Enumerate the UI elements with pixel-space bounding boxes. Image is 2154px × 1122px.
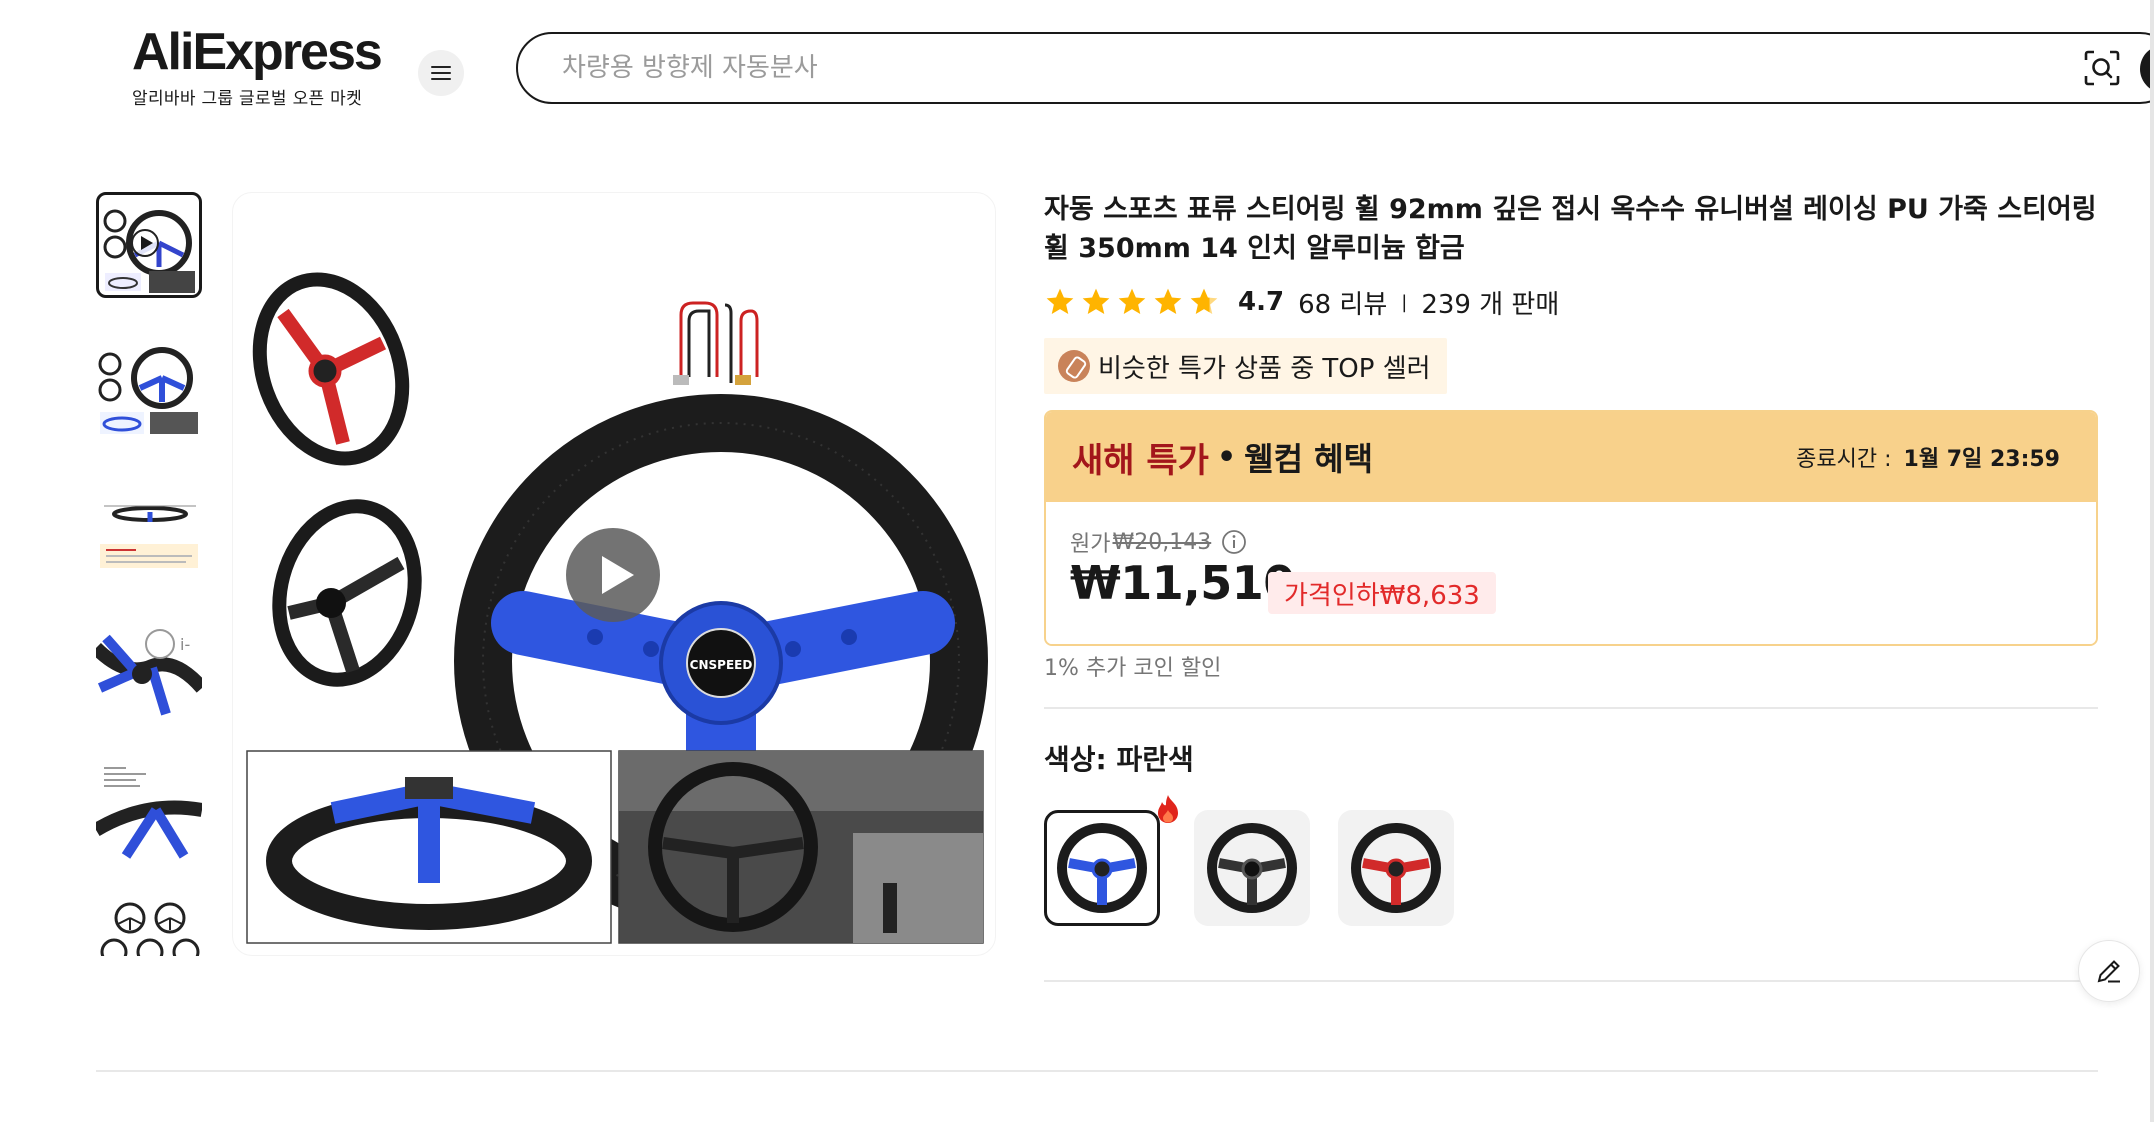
thumbnail-item[interactable] <box>96 476 202 582</box>
feedback-button[interactable] <box>2078 940 2140 1002</box>
product-title: 자동 스포츠 표류 스티어링 휠 92mm 깊은 접시 옥수수 유니버설 레이싱… <box>1044 194 2097 264</box>
deal-box: 새해 특가 • 웰컴 혜택 종료시간 : 1월 7일 23:59 원가 ₩20,… <box>1044 410 2098 646</box>
discount-badge: 가격인하₩8,633 <box>1268 572 1496 614</box>
thumbnail-image <box>98 347 198 434</box>
thumbnail-item[interactable]: i- <box>96 618 202 724</box>
top-seller-badge[interactable]: 비슷한 특가 상품 중 TOP 셀러 <box>1044 338 1447 394</box>
thumbnail-item[interactable] <box>96 760 202 866</box>
color-swatch-red[interactable] <box>1338 810 1454 926</box>
divider <box>96 1070 2098 1072</box>
thumbnail-image <box>100 505 198 568</box>
star-icon <box>1154 288 1182 314</box>
svg-text:i-: i- <box>180 635 190 654</box>
original-price-row: 원가 ₩20,143 <box>1070 526 1247 558</box>
swatch-image <box>1351 823 1441 913</box>
color-swatch-black[interactable] <box>1194 810 1310 926</box>
price-area: 원가 ₩20,143 ₩11,510 가격인하₩8,633 <box>1046 502 2096 644</box>
hamburger-icon <box>431 66 451 80</box>
info-icon[interactable] <box>1221 529 1247 555</box>
menu-button[interactable] <box>418 50 464 96</box>
search-input[interactable] <box>562 34 1962 101</box>
star-icon <box>1190 288 1218 314</box>
original-price-label: 원가 <box>1070 532 1111 557</box>
star-icon <box>1118 288 1146 314</box>
review-count-link[interactable]: 68 리뷰 <box>1298 284 1387 321</box>
search-bar <box>516 32 2154 104</box>
deal-subtitle: 웰컴 혜택 <box>1244 440 1374 478</box>
thumbnail-item[interactable] <box>96 902 202 956</box>
rating-row: 4.7 68 리뷰 | 239 개 판매 <box>1044 284 1559 320</box>
badge-label: 비슷한 특가 상품 중 TOP 셀러 <box>1098 353 1431 384</box>
color-swatch-blue[interactable] <box>1044 810 1160 926</box>
divider <box>1044 707 2098 709</box>
deal-end-time: 종료시간 : 1월 7일 23:59 <box>1796 412 2060 502</box>
scrollbar[interactable] <box>2150 0 2154 1122</box>
swatch-image <box>1207 823 1297 913</box>
rating-stars <box>1044 286 1220 318</box>
logo-wordmark: AliExpress <box>132 23 383 81</box>
thumbnail-image <box>103 209 195 293</box>
deal-end-label: 종료시간 : <box>1796 447 1892 472</box>
rating-value: 4.7 <box>1238 287 1285 317</box>
deal-name: 새해 특가 <box>1072 440 1209 481</box>
aliexpress-logo[interactable]: AliExpress 알리바바 그룹 글로벌 오픈 마켓 <box>132 22 383 112</box>
star-icon <box>1082 288 1110 314</box>
thumbnail-list: i- <box>96 192 202 956</box>
swatch-image <box>1057 823 1147 913</box>
color-label: 색상: 파란색 <box>1044 743 1194 776</box>
divider <box>1044 980 2098 982</box>
image-search-icon[interactable] <box>2082 48 2122 88</box>
separator: | <box>1401 291 1408 313</box>
thumbnail-image <box>100 902 200 956</box>
thumbnail-item[interactable] <box>96 334 202 440</box>
coin-discount-text: 1% 추가 코인 할인 <box>1044 656 1222 681</box>
video-play-button[interactable] <box>566 528 660 622</box>
thumbnail-image <box>96 767 202 859</box>
thumbnail-video[interactable] <box>96 192 202 298</box>
pencil-icon <box>2097 960 2120 983</box>
sold-count: 239 개 판매 <box>1421 289 1560 320</box>
svg-text:CNSPEED: CNSPEED <box>690 658 753 672</box>
sale-price: ₩11,510 <box>1070 556 1295 610</box>
tag-icon <box>1058 350 1090 382</box>
star-icon <box>1046 288 1074 314</box>
original-price: ₩20,143 <box>1112 529 1212 555</box>
deal-separator: • <box>1216 439 1237 475</box>
deal-end-value: 1월 7일 23:59 <box>1903 447 2060 472</box>
thumbnail-image: i- <box>96 629 202 716</box>
hot-flame-icon <box>1158 795 1178 823</box>
logo-subtitle: 알리바바 그룹 글로벌 오픈 마켓 <box>132 89 363 109</box>
deal-header: 새해 특가 • 웰컴 혜택 종료시간 : 1월 7일 23:59 <box>1046 412 2096 502</box>
